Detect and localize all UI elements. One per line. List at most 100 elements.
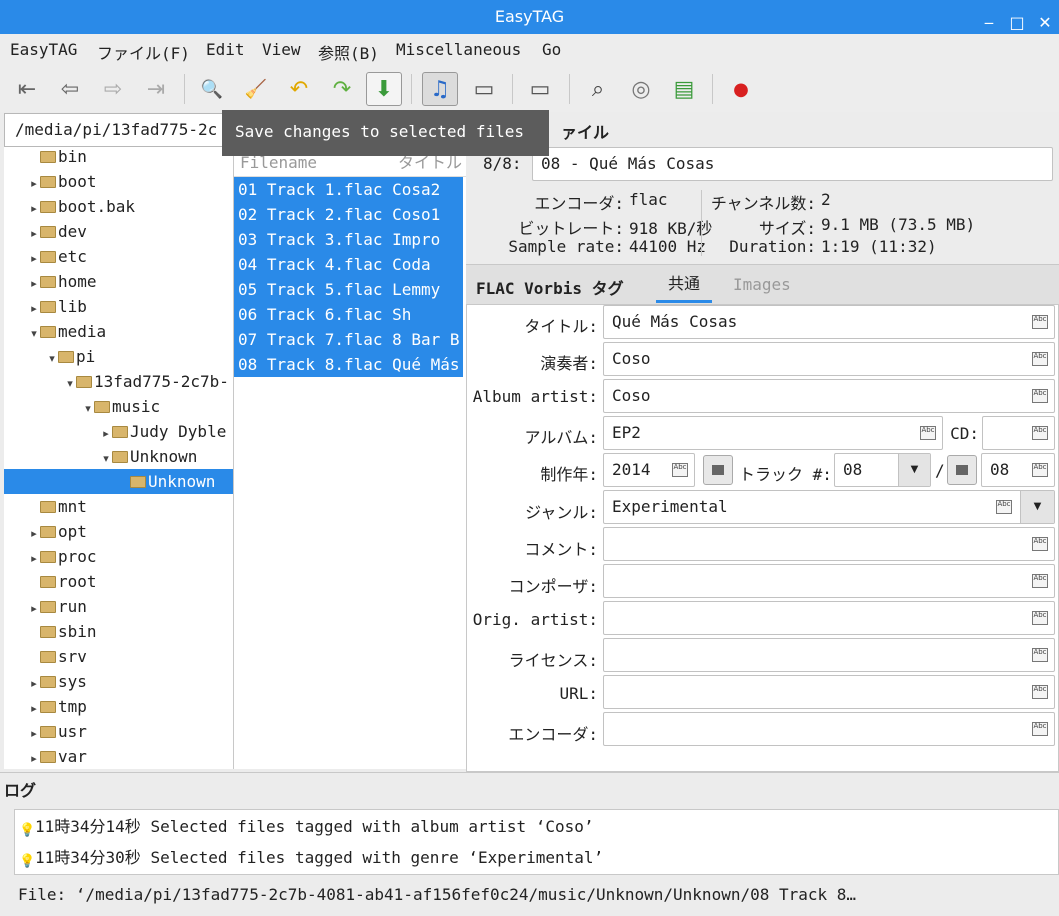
tree-item[interactable]: ▸ run [28, 594, 87, 619]
composer-field[interactable]: Abc [603, 564, 1055, 598]
expander-open-icon[interactable]: ▾ [64, 371, 76, 396]
undo-icon[interactable]: ↶ [281, 72, 317, 106]
comment-field[interactable]: Abc [603, 527, 1055, 561]
file-row[interactable]: 06 Track 6.flac Sh [234, 302, 463, 327]
tree-item[interactable]: ▸ var [28, 744, 87, 769]
tree-item[interactable]: ▸ tmp [28, 694, 87, 719]
expander-closed-icon[interactable]: ▸ [28, 746, 40, 769]
expander-closed-icon[interactable]: ▸ [28, 521, 40, 546]
expander-closed-icon[interactable]: ▸ [28, 221, 40, 246]
prev-icon[interactable]: ⇦ [52, 72, 88, 106]
path-input[interactable]: /media/pi/13fad775-2c [4, 113, 232, 147]
tree-item[interactable]: sbin [28, 619, 97, 644]
apply-track-total-button[interactable] [947, 455, 977, 485]
file-row[interactable]: 02 Track 2.flac Coso1 [234, 202, 463, 227]
close-icon[interactable]: ✕ [1034, 6, 1056, 32]
file-row[interactable]: 08 Track 8.flac Qué Más [234, 352, 463, 377]
redo-icon[interactable]: ↷ [324, 72, 360, 106]
menu-go[interactable]: Go [542, 40, 561, 59]
clear-icon[interactable]: 🧹 [238, 72, 274, 106]
tab-images[interactable]: Images [733, 275, 791, 294]
tree-item[interactable]: ▸ Judy Dyble [100, 419, 226, 444]
menu-edit[interactable]: Edit [206, 40, 245, 59]
tree-item[interactable]: srv [28, 644, 87, 669]
expander-closed-icon[interactable]: ▸ [28, 596, 40, 621]
file-list[interactable]: Filename タイトル 01 Track 1.flac Cosa2 02 Tr… [234, 147, 466, 769]
minimize-icon[interactable]: ‒ [978, 6, 1000, 32]
menu-easytag[interactable]: EasyTAG [10, 40, 77, 59]
file-row[interactable]: 05 Track 5.flac Lemmy [234, 277, 463, 302]
stop-icon[interactable]: ● [723, 72, 759, 106]
tree-item[interactable]: ▸ opt [28, 519, 87, 544]
first-icon[interactable]: ⇤ [9, 72, 45, 106]
license-field[interactable]: Abc [603, 638, 1055, 672]
expander-closed-icon[interactable]: ▸ [28, 171, 40, 196]
tree-item[interactable]: ▸ etc [28, 244, 87, 269]
last-icon[interactable]: ⇥ [138, 72, 174, 106]
log-list[interactable]: 💡11時34分14秒 Selected files tagged with al… [14, 809, 1059, 875]
track-combo[interactable]: 08 ▼ [834, 453, 931, 487]
tree-item[interactable]: ▾ pi [46, 344, 95, 369]
url-field[interactable]: Abc [603, 675, 1055, 709]
title-field[interactable]: Qué Más Cosas Abc [603, 305, 1055, 339]
expander-open-icon[interactable]: ▾ [100, 446, 112, 471]
album-field[interactable]: EP2 Abc [603, 416, 943, 450]
directory-tree[interactable]: bin ▸ boot ▸ boot.bak ▸ dev ▸ etc ▸ home ▸ lib ▾ media… [4, 147, 234, 769]
expander-open-icon[interactable]: ▾ [28, 321, 40, 346]
file-row[interactable]: 07 Track 7.flac 8 Bar B [234, 327, 463, 352]
tree-item[interactable]: ▸ home [28, 269, 96, 294]
file-row[interactable]: 03 Track 3.flac Impro [234, 227, 463, 252]
artist-field[interactable]: Coso Abc [603, 342, 1055, 376]
tree-item[interactable]: bin [28, 147, 87, 169]
expander-closed-icon[interactable]: ▸ [100, 421, 112, 446]
image-view-icon[interactable]: ▭ [466, 72, 502, 106]
tree-item[interactable]: root [28, 569, 97, 594]
browser-icon[interactable]: ▭ [522, 72, 558, 106]
tree-item[interactable]: ▸ dev [28, 219, 87, 244]
expander-closed-icon[interactable]: ▸ [28, 721, 40, 746]
tab-common[interactable]: 共通 [656, 265, 712, 303]
genre-combo[interactable]: Experimental Abc ▼ [603, 490, 1055, 524]
chevron-down-icon[interactable]: ▼ [898, 454, 930, 486]
expander-open-icon[interactable]: ▾ [46, 346, 58, 371]
tree-item[interactable]: ▾ 13fad775-2c7b- [64, 369, 229, 394]
menu-file[interactable]: ファイル(F) [97, 40, 190, 64]
scan-icon[interactable]: 🔍 [194, 72, 230, 106]
expander-closed-icon[interactable]: ▸ [28, 671, 40, 696]
next-icon[interactable]: ⇨ [95, 72, 131, 106]
save-icon[interactable]: ⬇ [366, 72, 402, 106]
menu-browse[interactable]: 参照(B) [318, 40, 379, 64]
cd-field[interactable]: Abc [982, 416, 1055, 450]
expander-open-icon[interactable]: ▾ [82, 396, 94, 421]
file-row[interactable]: 04 Track 4.flac Coda [234, 252, 463, 277]
tree-item[interactable]: Unknown [4, 469, 233, 494]
tree-item[interactable]: ▸ sys [28, 669, 87, 694]
tree-item[interactable]: ▸ lib [28, 294, 87, 319]
apply-year-button[interactable] [703, 455, 733, 485]
tree-item[interactable]: ▸ boot.bak [28, 194, 135, 219]
expander-closed-icon[interactable]: ▸ [28, 246, 40, 271]
expander-closed-icon[interactable]: ▸ [28, 296, 40, 321]
album-artist-field[interactable]: Coso Abc [603, 379, 1055, 413]
file-row[interactable]: 01 Track 1.flac Cosa2 [234, 177, 463, 202]
menu-miscellaneous[interactable]: Miscellaneous [396, 40, 521, 59]
menu-view[interactable]: View [262, 40, 301, 59]
tree-item[interactable]: ▸ boot [28, 169, 96, 196]
playlist-icon[interactable]: ▤ [666, 72, 702, 106]
orig-artist-field[interactable]: Abc [603, 601, 1055, 635]
expander-closed-icon[interactable]: ▸ [28, 546, 40, 571]
track-total-field[interactable]: 08 Abc [981, 453, 1055, 487]
search-icon[interactable]: ⌕ [580, 72, 616, 106]
tree-item[interactable]: ▾ music [82, 394, 160, 419]
cd-icon[interactable]: ◎ [623, 72, 659, 106]
year-field[interactable]: 2014 Abc [603, 453, 695, 487]
tree-item[interactable]: ▾ Unknown [100, 444, 197, 469]
expander-closed-icon[interactable]: ▸ [28, 196, 40, 221]
tree-item[interactable]: ▸ proc [28, 544, 96, 571]
tree-item[interactable]: mnt [28, 494, 87, 519]
tree-item[interactable]: ▸ usr [28, 719, 87, 744]
maximize-icon[interactable]: □ [1006, 6, 1028, 32]
chevron-down-icon[interactable]: ▼ [1020, 491, 1054, 523]
tag-view-icon[interactable]: ♫ [422, 72, 458, 106]
encoded-by-field[interactable]: Abc [603, 712, 1055, 746]
